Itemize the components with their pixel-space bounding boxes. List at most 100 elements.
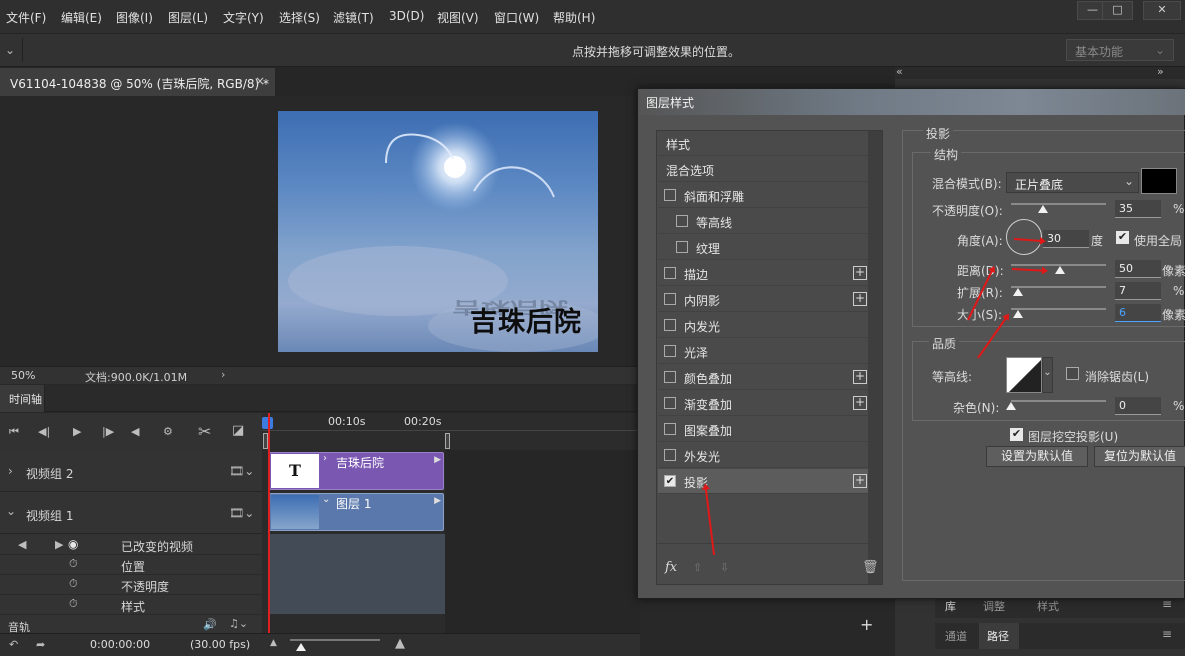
render-icon[interactable]: ➦ bbox=[36, 638, 45, 651]
close-tab-icon[interactable]: × bbox=[255, 74, 265, 88]
fx-button[interactable]: fx bbox=[665, 560, 677, 575]
trash-icon[interactable]: 🗑 bbox=[862, 560, 879, 575]
angle-input[interactable]: 30 bbox=[1043, 230, 1089, 248]
play-icon[interactable]: ▶ bbox=[73, 425, 81, 438]
menu-select[interactable]: 选择(S) bbox=[279, 9, 320, 26]
scissors-icon[interactable]: ✂ bbox=[198, 422, 211, 441]
spread-slider[interactable] bbox=[1011, 286, 1106, 288]
style-checkbox[interactable] bbox=[676, 241, 688, 253]
style-checkbox[interactable] bbox=[664, 267, 676, 279]
menu-image[interactable]: 图像(I) bbox=[116, 9, 153, 26]
style-list-item[interactable]: 斜面和浮雕 bbox=[658, 183, 868, 208]
menu-filter[interactable]: 滤镜(T) bbox=[333, 9, 374, 26]
dialog-titlebar[interactable]: 图层样式 bbox=[638, 89, 1185, 115]
settings-icon[interactable]: ⚙ bbox=[163, 425, 173, 438]
tab-paths[interactable]: 路径 bbox=[987, 628, 1009, 644]
add-icon[interactable]: + bbox=[860, 615, 873, 634]
clip-menu-icon[interactable]: ▶ bbox=[434, 496, 441, 506]
opacity-thumb[interactable] bbox=[1038, 205, 1048, 213]
spread-input[interactable]: 7 bbox=[1115, 282, 1161, 300]
noise-slider[interactable] bbox=[1011, 400, 1106, 402]
style-checkbox[interactable] bbox=[664, 397, 676, 409]
style-checkbox[interactable] bbox=[664, 319, 676, 331]
style-list-item[interactable]: 外发光 bbox=[658, 443, 868, 468]
contour-dropdown[interactable]: ⌄ bbox=[1042, 357, 1053, 393]
next-frame-icon[interactable]: |▶ bbox=[102, 425, 114, 438]
menu-layer[interactable]: 图层(L) bbox=[168, 9, 208, 26]
stopwatch-icon[interactable]: ⏱ bbox=[69, 557, 78, 571]
knockout-checkbox[interactable]: ✔ bbox=[1010, 428, 1023, 441]
zoom-level[interactable]: 50% bbox=[11, 369, 35, 382]
size-slider[interactable] bbox=[1011, 308, 1106, 310]
zoom-slider-thumb[interactable] bbox=[296, 643, 306, 651]
add-effect-icon[interactable]: + bbox=[853, 370, 867, 384]
menu-edit[interactable]: 编辑(E) bbox=[61, 9, 102, 26]
layer-clip[interactable]: ⌄ 图层 1 ▶ bbox=[269, 493, 444, 531]
noise-input[interactable]: 0 bbox=[1115, 397, 1161, 415]
audio-icon[interactable]: ◀ bbox=[131, 425, 139, 438]
first-frame-icon[interactable]: ⏮ bbox=[9, 425, 19, 439]
chevron-right-icon[interactable]: › bbox=[323, 453, 327, 464]
contour-picker[interactable] bbox=[1006, 357, 1042, 393]
work-area-end[interactable] bbox=[445, 433, 450, 449]
collapse-icon[interactable]: « bbox=[896, 65, 903, 78]
style-list-item[interactable]: 渐变叠加 + bbox=[658, 391, 868, 416]
group-row-1[interactable]: ⌄ 视频组 1 🎞⌄ bbox=[0, 492, 262, 534]
distance-input[interactable]: 50 bbox=[1115, 260, 1161, 278]
stopwatch-icon[interactable]: ⏱ bbox=[69, 597, 78, 611]
style-checkbox[interactable] bbox=[664, 345, 676, 357]
stopwatch-icon[interactable]: ⏱ bbox=[69, 577, 78, 591]
panel-collapse-bar[interactable] bbox=[895, 67, 1185, 79]
style-list-item[interactable]: 光泽 bbox=[658, 339, 868, 364]
set-default-button[interactable]: 设置为默认值 bbox=[986, 446, 1088, 467]
panel-menu-icon[interactable]: ≡ bbox=[1162, 627, 1172, 641]
style-list-item[interactable]: 内发光 bbox=[658, 313, 868, 338]
undo-icon[interactable]: ↶ bbox=[9, 638, 18, 651]
style-list-item[interactable]: ✔ 投影 + bbox=[658, 469, 868, 494]
timeline-ruler[interactable]: 00:10s 00:20s bbox=[262, 413, 640, 450]
panel-menu-icon[interactable]: ≡ bbox=[1162, 597, 1172, 611]
prev-keyframe-icon[interactable]: ◀ bbox=[18, 538, 26, 551]
distance-thumb[interactable] bbox=[1055, 266, 1065, 274]
menu-file[interactable]: 文件(F) bbox=[6, 9, 46, 26]
tab-channels[interactable]: 通道 bbox=[945, 628, 967, 644]
shadow-color-swatch[interactable] bbox=[1141, 168, 1177, 194]
blend-mode-select[interactable]: 正片叠底 ⌄ bbox=[1006, 172, 1139, 193]
style-list-item[interactable]: 混合选项 bbox=[658, 157, 868, 182]
chevron-down-icon[interactable]: ⌄ bbox=[5, 43, 15, 57]
maximize-button[interactable]: □ bbox=[1102, 1, 1133, 20]
style-checkbox[interactable] bbox=[664, 449, 676, 461]
size-input[interactable]: 6 bbox=[1115, 304, 1161, 322]
style-checkbox[interactable] bbox=[664, 293, 676, 305]
antialias-checkbox[interactable] bbox=[1066, 367, 1079, 380]
style-checkbox[interactable] bbox=[664, 189, 676, 201]
next-keyframe-icon[interactable]: ▶ bbox=[55, 538, 63, 551]
add-effect-icon[interactable]: + bbox=[853, 474, 867, 488]
tab-adjustments[interactable]: 调整 bbox=[983, 598, 1005, 614]
style-list-item[interactable]: 描边 + bbox=[658, 261, 868, 286]
music-note-icon[interactable]: ♫⌄ bbox=[229, 617, 248, 630]
style-checkbox[interactable] bbox=[664, 423, 676, 435]
workspace-select[interactable]: 基本功能 ⌄ bbox=[1066, 39, 1174, 61]
chevron-right-icon[interactable]: › bbox=[8, 464, 13, 478]
tab-library[interactable]: 库 bbox=[945, 598, 956, 614]
add-effect-icon[interactable]: + bbox=[853, 292, 867, 306]
add-effect-icon[interactable]: + bbox=[853, 396, 867, 410]
angle-dial[interactable] bbox=[1006, 219, 1042, 255]
add-effect-icon[interactable]: + bbox=[853, 266, 867, 280]
opacity-input[interactable]: 35 bbox=[1115, 200, 1161, 218]
chevron-right-icon[interactable]: › bbox=[221, 368, 225, 381]
move-up-icon[interactable]: ⇧ bbox=[693, 561, 702, 574]
eye-icon[interactable]: ◉ bbox=[68, 537, 78, 551]
transition-icon[interactable]: ◪ bbox=[232, 423, 244, 438]
speaker-icon[interactable]: 🔊 bbox=[203, 618, 217, 631]
menu-window[interactable]: 窗口(W) bbox=[494, 9, 539, 26]
style-list-item[interactable]: 纹理 bbox=[658, 235, 868, 260]
style-checkbox[interactable] bbox=[664, 371, 676, 383]
group-row-2[interactable]: › 视频组 2 🎞⌄ bbox=[0, 450, 262, 492]
zoom-slider[interactable] bbox=[290, 639, 380, 641]
canvas-image[interactable]: 吉珠后院 吉珠后院 bbox=[278, 111, 598, 352]
move-down-icon[interactable]: ⇩ bbox=[720, 561, 729, 574]
prev-frame-icon[interactable]: ◀| bbox=[38, 425, 50, 438]
chevron-down-icon[interactable]: ⌄ bbox=[6, 504, 16, 518]
